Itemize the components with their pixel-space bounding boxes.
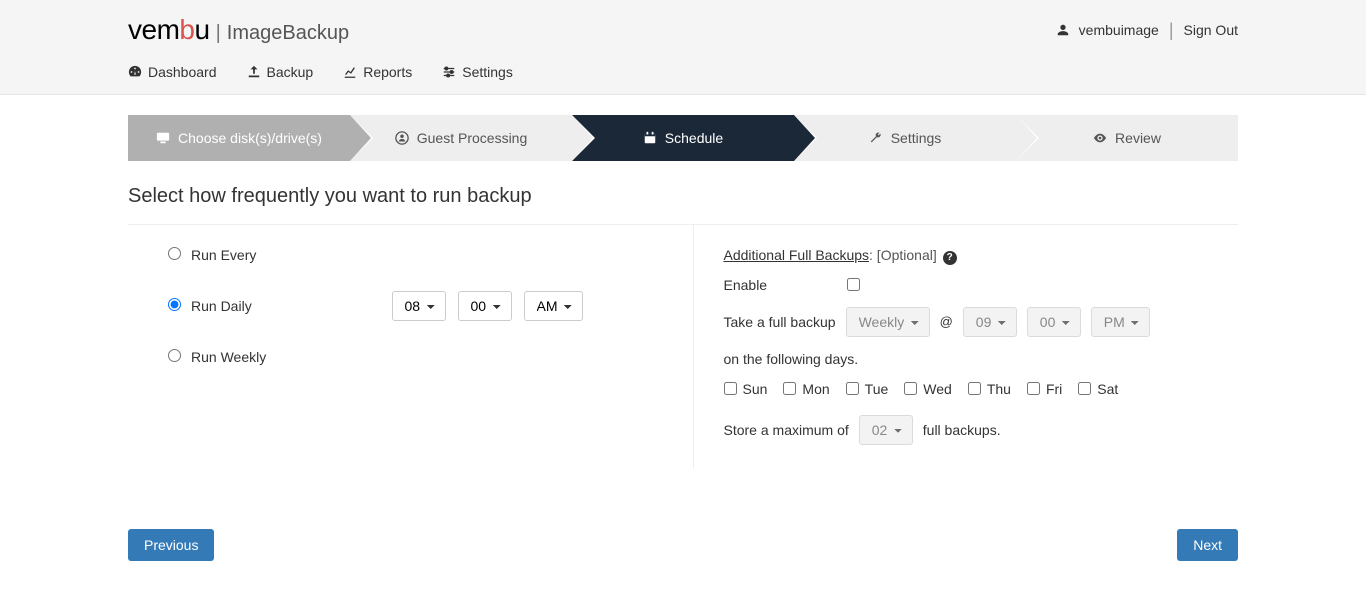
username-link[interactable]: vembuimage	[1079, 22, 1159, 38]
user-separator: |	[1169, 20, 1174, 41]
day-sat[interactable]: Sat	[1078, 381, 1118, 397]
run-daily-label: Run Daily	[191, 298, 252, 314]
nav-reports[interactable]: Reports	[343, 64, 412, 80]
page-title: Select how frequently you want to run ba…	[128, 185, 1238, 208]
full-backup-panel: Additional Full Backups: [Optional] ? En…	[694, 225, 1239, 469]
brand-separator: |	[216, 22, 221, 45]
run-every-radio[interactable]	[168, 247, 181, 260]
run-daily-option[interactable]: Run Daily	[168, 298, 252, 314]
eye-icon	[1093, 131, 1107, 145]
upload-icon	[247, 65, 261, 79]
day-mon[interactable]: Mon	[783, 381, 829, 397]
day-tue-checkbox[interactable]	[846, 382, 859, 395]
sliders-icon	[442, 65, 456, 79]
dashboard-icon	[128, 65, 142, 79]
nav-settings[interactable]: Settings	[442, 64, 513, 80]
daily-minute-select[interactable]: 00	[458, 291, 512, 321]
previous-button[interactable]: Previous	[128, 529, 214, 561]
wizard-step-choose-disks[interactable]: Choose disk(s)/drive(s)	[128, 115, 350, 161]
wrench-icon	[869, 131, 883, 145]
daily-ampm-select[interactable]: AM	[524, 291, 583, 321]
run-weekly-option[interactable]: Run Weekly	[168, 349, 266, 365]
nav-dashboard-label: Dashboard	[148, 64, 217, 80]
day-wed-checkbox[interactable]	[904, 382, 917, 395]
full-period-select[interactable]: Weekly	[846, 307, 930, 337]
run-daily-radio[interactable]	[168, 298, 181, 311]
day-sun[interactable]: Sun	[724, 381, 768, 397]
main-nav: Dashboard Backup Reports Settings	[128, 56, 1238, 94]
day-fri-checkbox[interactable]	[1027, 382, 1040, 395]
run-every-option[interactable]: Run Every	[168, 247, 256, 263]
nav-settings-label: Settings	[462, 64, 513, 80]
nav-backup-label: Backup	[267, 64, 314, 80]
wizard-step-settings[interactable]: Settings	[794, 115, 1016, 161]
user-circle-icon	[395, 131, 409, 145]
full-ampm-select[interactable]: PM	[1091, 307, 1150, 337]
next-button[interactable]: Next	[1177, 529, 1238, 561]
calendar-icon	[643, 131, 657, 145]
help-icon[interactable]: ?	[943, 251, 957, 265]
wizard-step-guest-processing[interactable]: Guest Processing	[350, 115, 572, 161]
fullbackup-optional: : [Optional]	[869, 247, 937, 263]
take-backup-label: Take a full backup	[724, 314, 836, 330]
store-suffix-label: full backups.	[923, 422, 1001, 438]
run-weekly-radio[interactable]	[168, 349, 181, 362]
fullbackup-heading: Additional Full Backups: [Optional] ?	[724, 247, 1229, 265]
frequency-panel: Run Every Run Daily 08 00 AM Run Weekly	[128, 225, 694, 469]
brand-subtitle: ImageBackup	[227, 22, 349, 45]
day-thu[interactable]: Thu	[968, 381, 1011, 397]
chart-icon	[343, 65, 357, 79]
following-days-label: on the following days.	[724, 351, 859, 367]
wizard-step2-label: Guest Processing	[417, 130, 528, 146]
wizard-steps: Choose disk(s)/drive(s) Guest Processing…	[128, 115, 1238, 161]
wizard-step-schedule[interactable]: Schedule	[572, 115, 794, 161]
enable-label: Enable	[724, 277, 768, 293]
run-every-label: Run Every	[191, 247, 256, 263]
brand: vembu | ImageBackup	[128, 14, 349, 46]
day-thu-checkbox[interactable]	[968, 382, 981, 395]
day-tue[interactable]: Tue	[846, 381, 889, 397]
wizard-step3-label: Schedule	[665, 130, 723, 146]
store-count-select[interactable]: 02	[859, 415, 913, 445]
at-symbol: @	[940, 314, 953, 329]
day-sat-checkbox[interactable]	[1078, 382, 1091, 395]
days-group: Sun Mon Tue Wed Thu Fri Sat	[724, 381, 1229, 397]
day-sun-checkbox[interactable]	[724, 382, 737, 395]
full-minute-select[interactable]: 00	[1027, 307, 1081, 337]
brand-logo: vembu	[128, 14, 210, 46]
nav-backup[interactable]: Backup	[247, 64, 314, 80]
wizard-step5-label: Review	[1115, 130, 1161, 146]
run-weekly-label: Run Weekly	[191, 349, 266, 365]
day-mon-checkbox[interactable]	[783, 382, 796, 395]
wizard-step-review[interactable]: Review	[1016, 115, 1238, 161]
enable-checkbox[interactable]	[847, 278, 860, 291]
store-prefix-label: Store a maximum of	[724, 422, 849, 438]
nav-reports-label: Reports	[363, 64, 412, 80]
fullbackup-title: Additional Full Backups	[724, 247, 870, 263]
wizard-step4-label: Settings	[891, 130, 942, 146]
daily-hour-select[interactable]: 08	[392, 291, 446, 321]
day-fri[interactable]: Fri	[1027, 381, 1062, 397]
day-wed[interactable]: Wed	[904, 381, 952, 397]
user-icon	[1057, 24, 1069, 36]
signout-link[interactable]: Sign Out	[1184, 22, 1238, 38]
wizard-step1-label: Choose disk(s)/drive(s)	[178, 130, 322, 146]
nav-dashboard[interactable]: Dashboard	[128, 64, 217, 80]
monitor-icon	[156, 131, 170, 145]
full-hour-select[interactable]: 09	[963, 307, 1017, 337]
